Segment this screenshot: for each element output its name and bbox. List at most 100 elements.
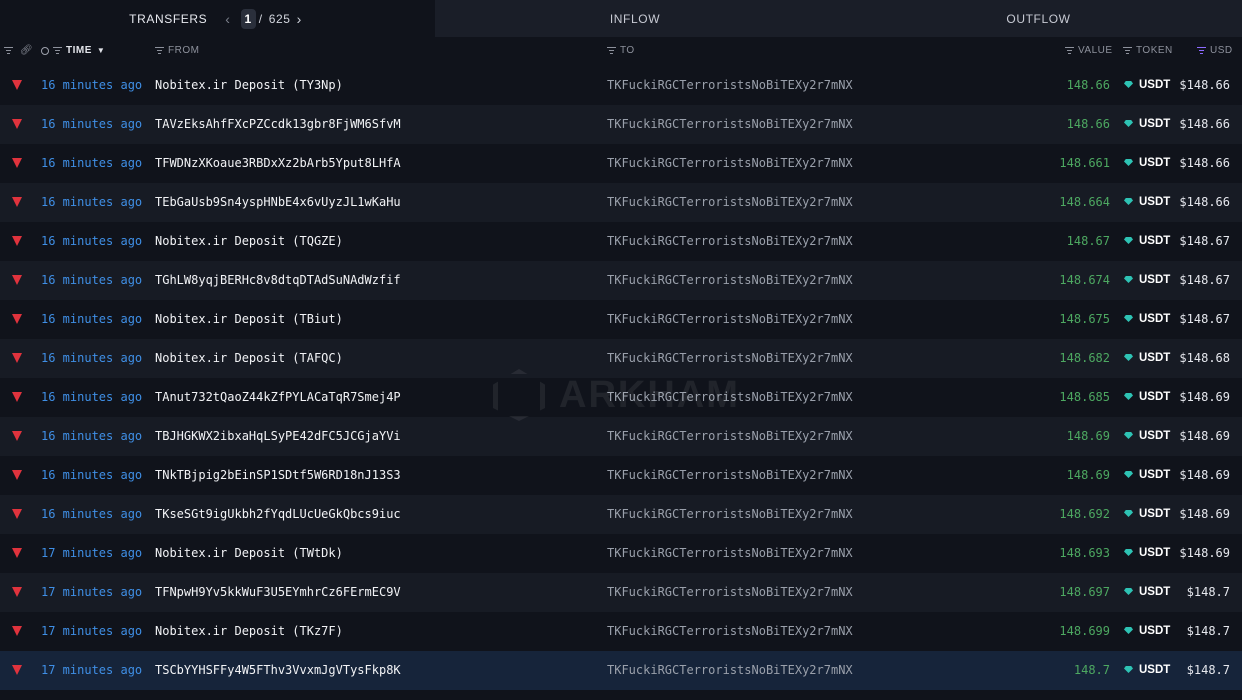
row-to-address[interactable]: TKFuckiRGCTerroristsNoBiTEXy2r7mNX [607,456,853,495]
table-row[interactable]: 16 minutes ago TBJHGKWX2ibxaHqLSyPE42dFC5… [0,417,1242,456]
row-token[interactable]: USDT [1139,456,1170,495]
row-time[interactable]: 16 minutes ago [41,66,142,105]
row-token[interactable]: USDT [1139,300,1170,339]
tab-transfers[interactable]: TRANSFERS ‹ 1 / 625 › [0,0,435,37]
row-time[interactable]: 16 minutes ago [41,495,142,534]
filter-icon[interactable] [4,47,13,54]
row-from-address[interactable]: Nobitex.ir Deposit (TY3Np) [155,66,343,105]
row-from-address[interactable]: Nobitex.ir Deposit (TBiut) [155,300,343,339]
row-to-address[interactable]: TKFuckiRGCTerroristsNoBiTEXy2r7mNX [607,66,853,105]
row-token[interactable]: USDT [1139,144,1170,183]
column-usd[interactable]: USD [1197,45,1233,56]
row-to-address[interactable]: TKFuckiRGCTerroristsNoBiTEXy2r7mNX [607,261,853,300]
column-time-label[interactable]: TIME [66,45,92,56]
row-from-address[interactable]: Nobitex.ir Deposit (TQGZE) [155,222,343,261]
filter-icon[interactable] [53,47,62,54]
row-time[interactable]: 16 minutes ago [41,261,142,300]
column-token[interactable]: TOKEN [1123,45,1173,56]
row-to-address[interactable]: TKFuckiRGCTerroristsNoBiTEXy2r7mNX [607,222,853,261]
row-to-address[interactable]: TKFuckiRGCTerroristsNoBiTEXy2r7mNX [607,339,853,378]
table-row[interactable]: 17 minutes ago Nobitex.ir Deposit (TKz7F)… [0,612,1242,651]
row-time[interactable]: 16 minutes ago [41,105,142,144]
filter-icon[interactable] [607,47,616,54]
row-time[interactable]: 17 minutes ago [41,651,142,690]
row-token[interactable]: USDT [1139,417,1170,456]
row-from-address[interactable]: Nobitex.ir Deposit (TAFQC) [155,339,343,378]
row-from-address[interactable]: TEbGaUsb9Sn4yspHNbE4x6vUyzJL1wKaHu [155,183,401,222]
row-from-address[interactable]: Nobitex.ir Deposit (TWtDk) [155,534,343,573]
chevron-right-icon[interactable]: › [293,11,306,27]
row-from-address[interactable]: TGhLW8yqjBERHc8v8dtqDTAdSuNAdWzfif [155,261,401,300]
filter-icon[interactable] [1197,47,1206,54]
table-row[interactable]: 16 minutes ago Nobitex.ir Deposit (TBiut)… [0,300,1242,339]
row-to-address[interactable]: TKFuckiRGCTerroristsNoBiTEXy2r7mNX [607,183,853,222]
filter-icon[interactable] [155,47,164,54]
row-time[interactable]: 16 minutes ago [41,417,142,456]
table-row[interactable]: 16 minutes ago TNkTBjpig2bEinSP1SDtf5W6RD… [0,456,1242,495]
pagination-current-page[interactable]: 1 [240,8,256,29]
row-to-address[interactable]: TKFuckiRGCTerroristsNoBiTEXy2r7mNX [607,417,853,456]
row-to-address[interactable]: TKFuckiRGCTerroristsNoBiTEXy2r7mNX [607,651,853,690]
table-row[interactable]: 16 minutes ago TFWDNzXKoaue3RBDxXz2bArb5Y… [0,144,1242,183]
table-row[interactable]: 16 minutes ago Nobitex.ir Deposit (TY3Np)… [0,66,1242,105]
column-time[interactable]: TIME ▼ [41,45,105,56]
row-token[interactable]: USDT [1139,183,1170,222]
row-from-address[interactable]: TBJHGKWX2ibxaHqLSyPE42dFC5JCGjaYVi [155,417,401,456]
row-from-address[interactable]: TAnut732tQaoZ44kZfPYLACaTqR7Smej4P [155,378,401,417]
row-time[interactable]: 16 minutes ago [41,339,142,378]
filter-icon[interactable] [1123,47,1132,54]
column-from[interactable]: FROM [155,45,199,56]
row-from-address[interactable]: TKseSGt9igUkbh2fYqdLUcUeGkQbcs9iuc [155,495,401,534]
row-time[interactable]: 16 minutes ago [41,222,142,261]
row-token[interactable]: USDT [1139,339,1170,378]
row-time[interactable]: 17 minutes ago [41,534,142,573]
row-to-address[interactable]: TKFuckiRGCTerroristsNoBiTEXy2r7mNX [607,378,853,417]
table-row[interactable]: 17 minutes ago TFNpwH9Yv5kkWuF3U5EYmhrCz6… [0,573,1242,612]
row-to-address[interactable]: TKFuckiRGCTerroristsNoBiTEXy2r7mNX [607,573,853,612]
row-from-address[interactable]: TSCbYYHSFFy4W5FThv3VvxmJgVTysFkp8K [155,651,401,690]
tab-inflow[interactable]: INFLOW [435,0,835,37]
row-time[interactable]: 16 minutes ago [41,300,142,339]
filter-icon[interactable] [1065,47,1074,54]
table-row[interactable]: 16 minutes ago Nobitex.ir Deposit (TQGZE)… [0,222,1242,261]
row-token[interactable]: USDT [1139,495,1170,534]
row-token[interactable]: USDT [1139,534,1170,573]
table-row[interactable]: 17 minutes ago TSCbYYHSFFy4W5FThv3VvxmJgV… [0,651,1242,690]
row-from-address[interactable]: TNkTBjpig2bEinSP1SDtf5W6RD18nJ13S3 [155,456,401,495]
row-token[interactable]: USDT [1139,261,1170,300]
chain-filter[interactable]: 🔗︎ [4,45,33,56]
tab-outflow[interactable]: OUTFLOW [835,0,1242,37]
chevron-left-icon[interactable]: ‹ [221,11,234,27]
row-from-address[interactable]: TFWDNzXKoaue3RBDxXz2bArb5Yput8LHfA [155,144,401,183]
row-token[interactable]: USDT [1139,66,1170,105]
row-to-address[interactable]: TKFuckiRGCTerroristsNoBiTEXy2r7mNX [607,534,853,573]
clock-icon[interactable] [41,46,49,55]
table-row[interactable]: 16 minutes ago TGhLW8yqjBERHc8v8dtqDTAdSu… [0,261,1242,300]
row-token[interactable]: USDT [1139,378,1170,417]
table-row[interactable]: 16 minutes ago TEbGaUsb9Sn4yspHNbE4x6vUyz… [0,183,1242,222]
row-time[interactable]: 17 minutes ago [41,612,142,651]
table-row[interactable]: 16 minutes ago TAVzEksAhfFXcPZCcdk13gbr8F… [0,105,1242,144]
column-value[interactable]: VALUE [1065,45,1113,56]
column-to[interactable]: TO [607,45,635,56]
row-token[interactable]: USDT [1139,612,1170,651]
row-to-address[interactable]: TKFuckiRGCTerroristsNoBiTEXy2r7mNX [607,300,853,339]
row-from-address[interactable]: Nobitex.ir Deposit (TKz7F) [155,612,343,651]
table-row[interactable]: 16 minutes ago TKseSGt9igUkbh2fYqdLUcUeGk… [0,495,1242,534]
row-to-address[interactable]: TKFuckiRGCTerroristsNoBiTEXy2r7mNX [607,612,853,651]
row-token[interactable]: USDT [1139,651,1170,690]
caret-down-icon[interactable]: ▼ [97,46,105,55]
row-token[interactable]: USDT [1139,105,1170,144]
row-token[interactable]: USDT [1139,573,1170,612]
row-to-address[interactable]: TKFuckiRGCTerroristsNoBiTEXy2r7mNX [607,495,853,534]
row-time[interactable]: 16 minutes ago [41,144,142,183]
row-to-address[interactable]: TKFuckiRGCTerroristsNoBiTEXy2r7mNX [607,105,853,144]
row-from-address[interactable]: TAVzEksAhfFXcPZCcdk13gbr8FjWM6SfvM [155,105,401,144]
row-to-address[interactable]: TKFuckiRGCTerroristsNoBiTEXy2r7mNX [607,144,853,183]
table-row[interactable]: 16 minutes ago TAnut732tQaoZ44kZfPYLACaTq… [0,378,1242,417]
row-time[interactable]: 16 minutes ago [41,378,142,417]
row-time[interactable]: 16 minutes ago [41,456,142,495]
row-token[interactable]: USDT [1139,222,1170,261]
row-from-address[interactable]: TFNpwH9Yv5kkWuF3U5EYmhrCz6FErmEC9V [155,573,401,612]
link-icon[interactable]: 🔗︎ [20,45,33,56]
